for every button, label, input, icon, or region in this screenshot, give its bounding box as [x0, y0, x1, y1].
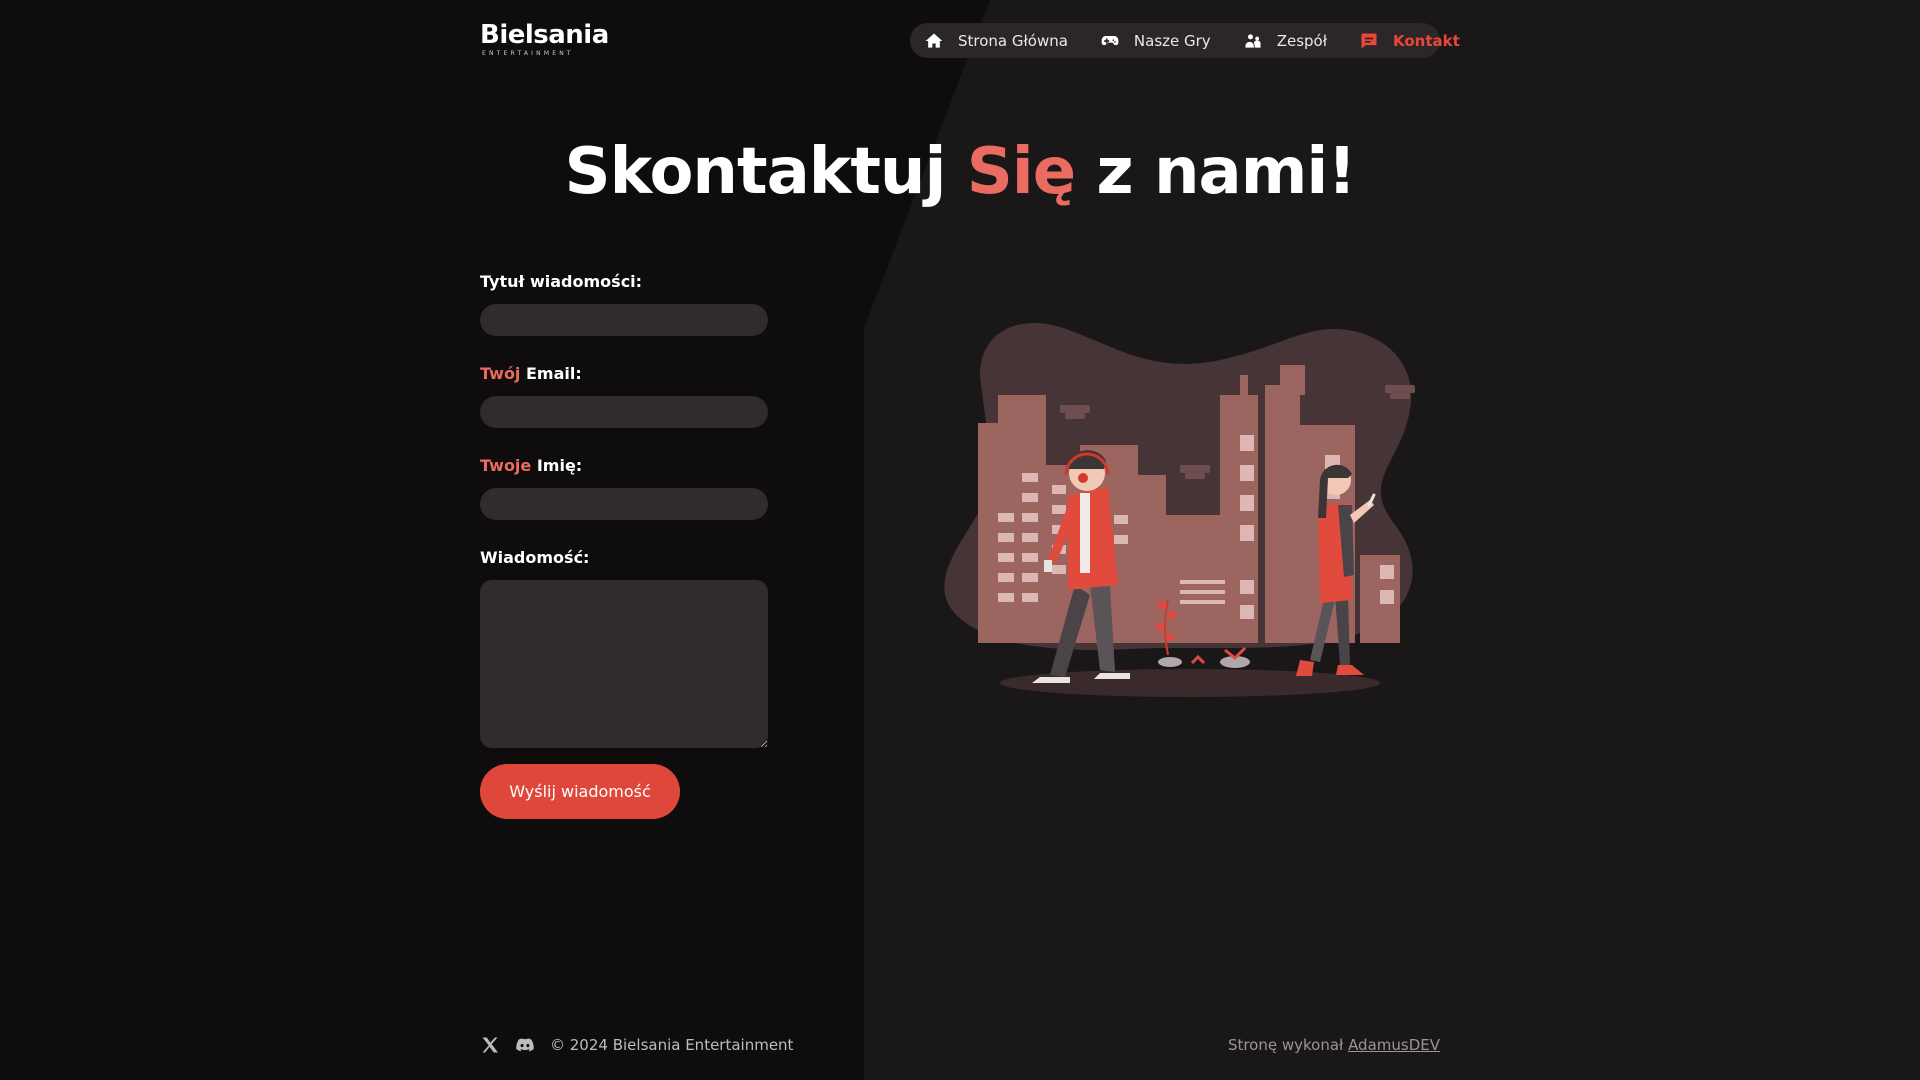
author-link[interactable]: AdamusDEV [1348, 1036, 1440, 1054]
send-message-button[interactable]: Wyślij wiadomość [480, 764, 680, 819]
main-navigation: Strona Główna Nasze Gry Zespół Kontakt [910, 23, 1460, 58]
name-label-text: Imię: [531, 456, 583, 475]
page-title: Skontaktuj Się z nami! [0, 135, 1920, 209]
message-textarea[interactable] [480, 580, 768, 748]
title-label-text: Tytuł wiadomości: [480, 272, 643, 291]
email-label-text: Email: [520, 364, 582, 383]
nav-item-team[interactable]: Zespół [1243, 31, 1327, 51]
footer-left: © 2024 Bielsania Entertainment [480, 1034, 793, 1056]
name-label-accent: Twoje [480, 456, 532, 475]
contact-form: Tytuł wiadomości: Twój Email: Twoje Imię… [480, 272, 768, 819]
name-label: Twoje Imię: [480, 456, 768, 476]
title-label: Tytuł wiadomości: [480, 272, 768, 292]
email-label: Twój Email: [480, 364, 768, 384]
contact-illustration [944, 323, 1415, 697]
email-input[interactable] [480, 396, 768, 428]
message-label-text: Wiadomość: [480, 548, 590, 567]
brand-logo[interactable]: Bielsania ENTERTAINMENT [480, 20, 609, 60]
nav-item-games[interactable]: Nasze Gry [1100, 31, 1211, 51]
nav-item-home[interactable]: Strona Główna [924, 31, 1068, 51]
page-title-after: z nami! [1075, 135, 1356, 209]
nav-item-contact[interactable]: Kontakt [1359, 31, 1460, 51]
message-label: Wiadomość: [480, 548, 768, 568]
title-input[interactable] [480, 304, 768, 336]
footer-credit: Stronę wykonał AdamusDEV [1228, 1034, 1440, 1056]
gamepad-icon [1101, 35, 1119, 45]
team-icon [1245, 33, 1261, 48]
copyright-text: © 2024 Bielsania Entertainment [550, 1036, 794, 1054]
nav-item-label: Zespół [1276, 31, 1327, 50]
name-input[interactable] [480, 488, 768, 520]
nav-item-label: Kontakt [1392, 31, 1460, 50]
discord-icon[interactable] [514, 1035, 536, 1055]
logo-wordmark: Bielsania [480, 20, 609, 50]
home-icon [925, 33, 943, 48]
nav-item-label: Nasze Gry [1133, 31, 1211, 50]
logo-subtitle: ENTERTAINMENT [482, 50, 574, 57]
email-label-accent: Twój [480, 364, 521, 383]
page-title-accent: Się [966, 135, 1076, 209]
page-title-before: Skontaktuj [564, 135, 967, 209]
x-icon[interactable] [480, 1035, 500, 1055]
credit-prefix: Stronę wykonał [1227, 1036, 1349, 1054]
chat-icon [1361, 33, 1377, 48]
nav-item-label: Strona Główna [958, 31, 1068, 50]
